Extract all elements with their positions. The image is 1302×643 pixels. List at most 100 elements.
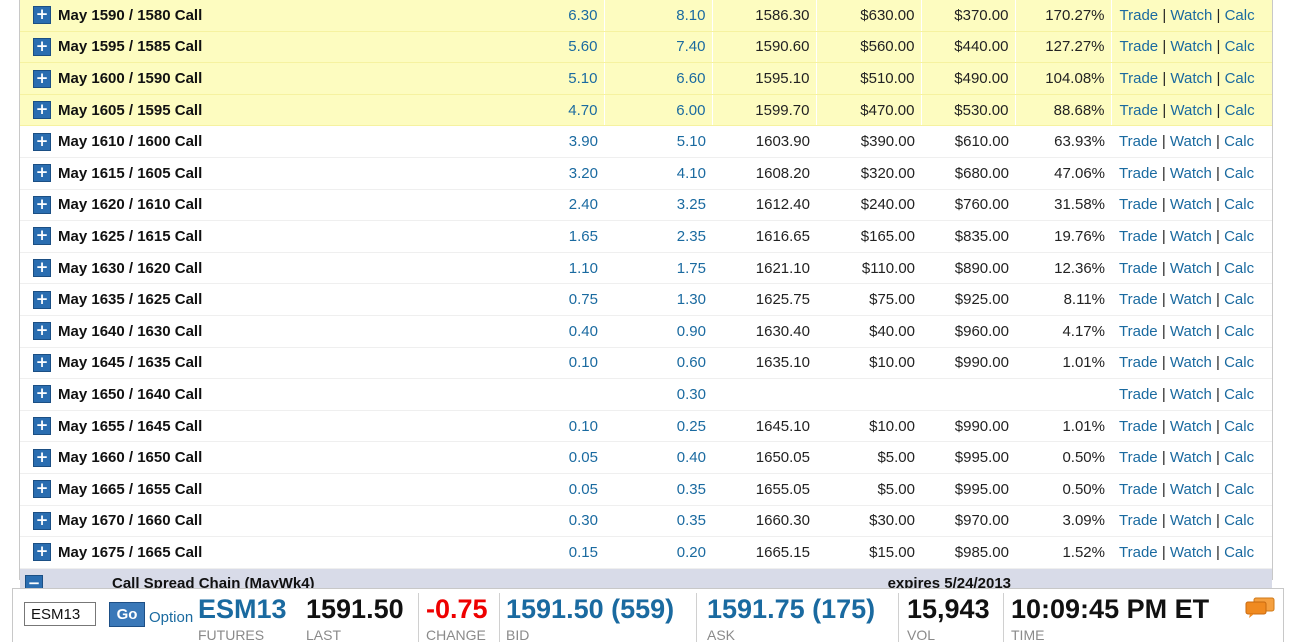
trade-link[interactable]: Trade [1119, 449, 1158, 466]
watch-link[interactable]: Watch [1170, 260, 1212, 277]
calc-link[interactable]: Calc [1224, 354, 1254, 371]
plus-square-icon[interactable]: + [33, 353, 51, 372]
watch-link[interactable]: Watch [1170, 386, 1212, 403]
plus-square-icon[interactable]: + [33, 164, 51, 183]
trade-link[interactable]: Trade [1119, 291, 1158, 308]
calc-link[interactable]: Calc [1224, 386, 1254, 403]
plus-square-icon[interactable]: + [33, 132, 51, 151]
plus-square-icon[interactable]: + [33, 6, 51, 25]
calc-link[interactable]: Calc [1224, 228, 1254, 245]
link-separator: | [1161, 227, 1166, 245]
cell-maxloss: $510.00 [816, 62, 922, 95]
plus-square-icon[interactable]: + [33, 385, 51, 404]
go-button[interactable]: Go [109, 602, 145, 627]
cell-bid: 5.10 [492, 62, 605, 95]
watch-link[interactable]: Watch [1170, 544, 1212, 561]
trade-link[interactable]: Trade [1119, 386, 1158, 403]
calc-link[interactable]: Calc [1224, 544, 1254, 561]
cell-maxgain: $370.00 [921, 0, 1016, 32]
watch-link[interactable]: Watch [1170, 481, 1212, 498]
plus-square-icon[interactable]: + [33, 290, 51, 309]
cell-breakeven: 1586.30 [712, 0, 817, 32]
cell-breakeven: 1665.15 [712, 536, 816, 569]
plus-square-icon[interactable]: + [33, 259, 51, 278]
trade-link[interactable]: Trade [1119, 228, 1158, 245]
cell-bid [492, 378, 604, 411]
cell-ask: 0.40 [604, 441, 712, 474]
trade-link[interactable]: Trade [1120, 102, 1159, 119]
calc-link[interactable]: Calc [1225, 70, 1255, 87]
calc-link[interactable]: Calc [1225, 38, 1255, 55]
plus-square-icon[interactable]: + [33, 511, 51, 530]
trade-link[interactable]: Trade [1119, 133, 1158, 150]
trade-link[interactable]: Trade [1119, 512, 1158, 529]
chat-bubbles-icon[interactable] [1245, 597, 1275, 619]
link-separator: | [1216, 385, 1220, 403]
watch-link[interactable]: Watch [1170, 228, 1212, 245]
trade-link[interactable]: Trade [1120, 38, 1159, 55]
watch-link[interactable]: Watch [1170, 102, 1212, 119]
link-separator: | [1161, 133, 1166, 151]
symbol-input[interactable] [24, 602, 96, 626]
watch-link[interactable]: Watch [1170, 7, 1212, 24]
plus-square-icon[interactable]: + [33, 543, 51, 562]
trade-link[interactable]: Trade [1119, 196, 1158, 213]
calc-link[interactable]: Calc [1224, 291, 1254, 308]
plus-square-icon[interactable]: + [33, 480, 51, 499]
cell-bid: 3.90 [492, 125, 604, 158]
trade-link[interactable]: Trade [1120, 7, 1159, 24]
trade-link[interactable]: Trade [1119, 481, 1158, 498]
trade-link[interactable]: Trade [1119, 260, 1158, 277]
watch-link[interactable]: Watch [1170, 291, 1212, 308]
plus-square-icon[interactable]: + [33, 69, 51, 88]
calc-link[interactable]: Calc [1224, 196, 1254, 213]
calc-link[interactable]: Calc [1224, 418, 1254, 435]
watch-link[interactable]: Watch [1170, 418, 1212, 435]
spread-name: May 1595 / 1585 Call [52, 31, 492, 64]
watch-link[interactable]: Watch [1170, 133, 1212, 150]
watch-link[interactable]: Watch [1170, 38, 1212, 55]
watch-link[interactable]: Watch [1170, 354, 1212, 371]
calc-link[interactable]: Calc [1224, 165, 1254, 182]
plus-square-icon[interactable]: + [33, 101, 51, 120]
cell-maxgain [921, 378, 1015, 411]
calc-link[interactable]: Calc [1224, 481, 1254, 498]
quote-vol: 15,943 VOL [907, 591, 990, 642]
watch-link[interactable]: Watch [1170, 70, 1212, 87]
plus-square-icon[interactable]: + [33, 417, 51, 436]
cell-bid: 0.05 [492, 473, 604, 506]
calc-link[interactable]: Calc [1224, 449, 1254, 466]
trade-link[interactable]: Trade [1119, 418, 1158, 435]
watch-link[interactable]: Watch [1170, 449, 1212, 466]
link-separator: | [1161, 480, 1166, 498]
plus-square-icon[interactable]: + [33, 37, 51, 56]
cell-breakeven: 1635.10 [712, 347, 816, 380]
trade-link[interactable]: Trade [1119, 323, 1158, 340]
watch-link[interactable]: Watch [1170, 512, 1212, 529]
cell-ret: 170.27% [1015, 0, 1112, 32]
cell-breakeven: 1608.20 [712, 157, 816, 190]
option-link[interactable]: Option [149, 609, 193, 626]
calc-link[interactable]: Calc [1225, 102, 1255, 119]
calc-link[interactable]: Calc [1224, 133, 1254, 150]
plus-square-icon[interactable]: + [33, 448, 51, 467]
plus-square-icon[interactable]: + [33, 227, 51, 246]
calc-link[interactable]: Calc [1224, 323, 1254, 340]
plus-square-icon[interactable]: + [33, 322, 51, 341]
watch-link[interactable]: Watch [1170, 196, 1212, 213]
table-row: + May 1630 / 1620 Call 1.10 1.75 1621.10 $110… [20, 252, 1272, 285]
watch-link[interactable]: Watch [1170, 323, 1212, 340]
plus-square-icon[interactable]: + [33, 195, 51, 214]
calc-link[interactable]: Calc [1225, 7, 1255, 24]
trade-link[interactable]: Trade [1119, 544, 1158, 561]
watch-link[interactable]: Watch [1170, 165, 1212, 182]
cell-ret: 104.08% [1015, 62, 1112, 95]
trade-link[interactable]: Trade [1119, 354, 1158, 371]
calc-link[interactable]: Calc [1224, 260, 1254, 277]
trade-link[interactable]: Trade [1119, 165, 1158, 182]
spread-name: May 1665 / 1655 Call [52, 473, 492, 506]
link-separator: | [1216, 133, 1220, 151]
calc-link[interactable]: Calc [1224, 512, 1254, 529]
trade-link[interactable]: Trade [1120, 70, 1159, 87]
table-row: + May 1645 / 1635 Call 0.10 0.60 1635.10 $10.… [20, 347, 1272, 380]
